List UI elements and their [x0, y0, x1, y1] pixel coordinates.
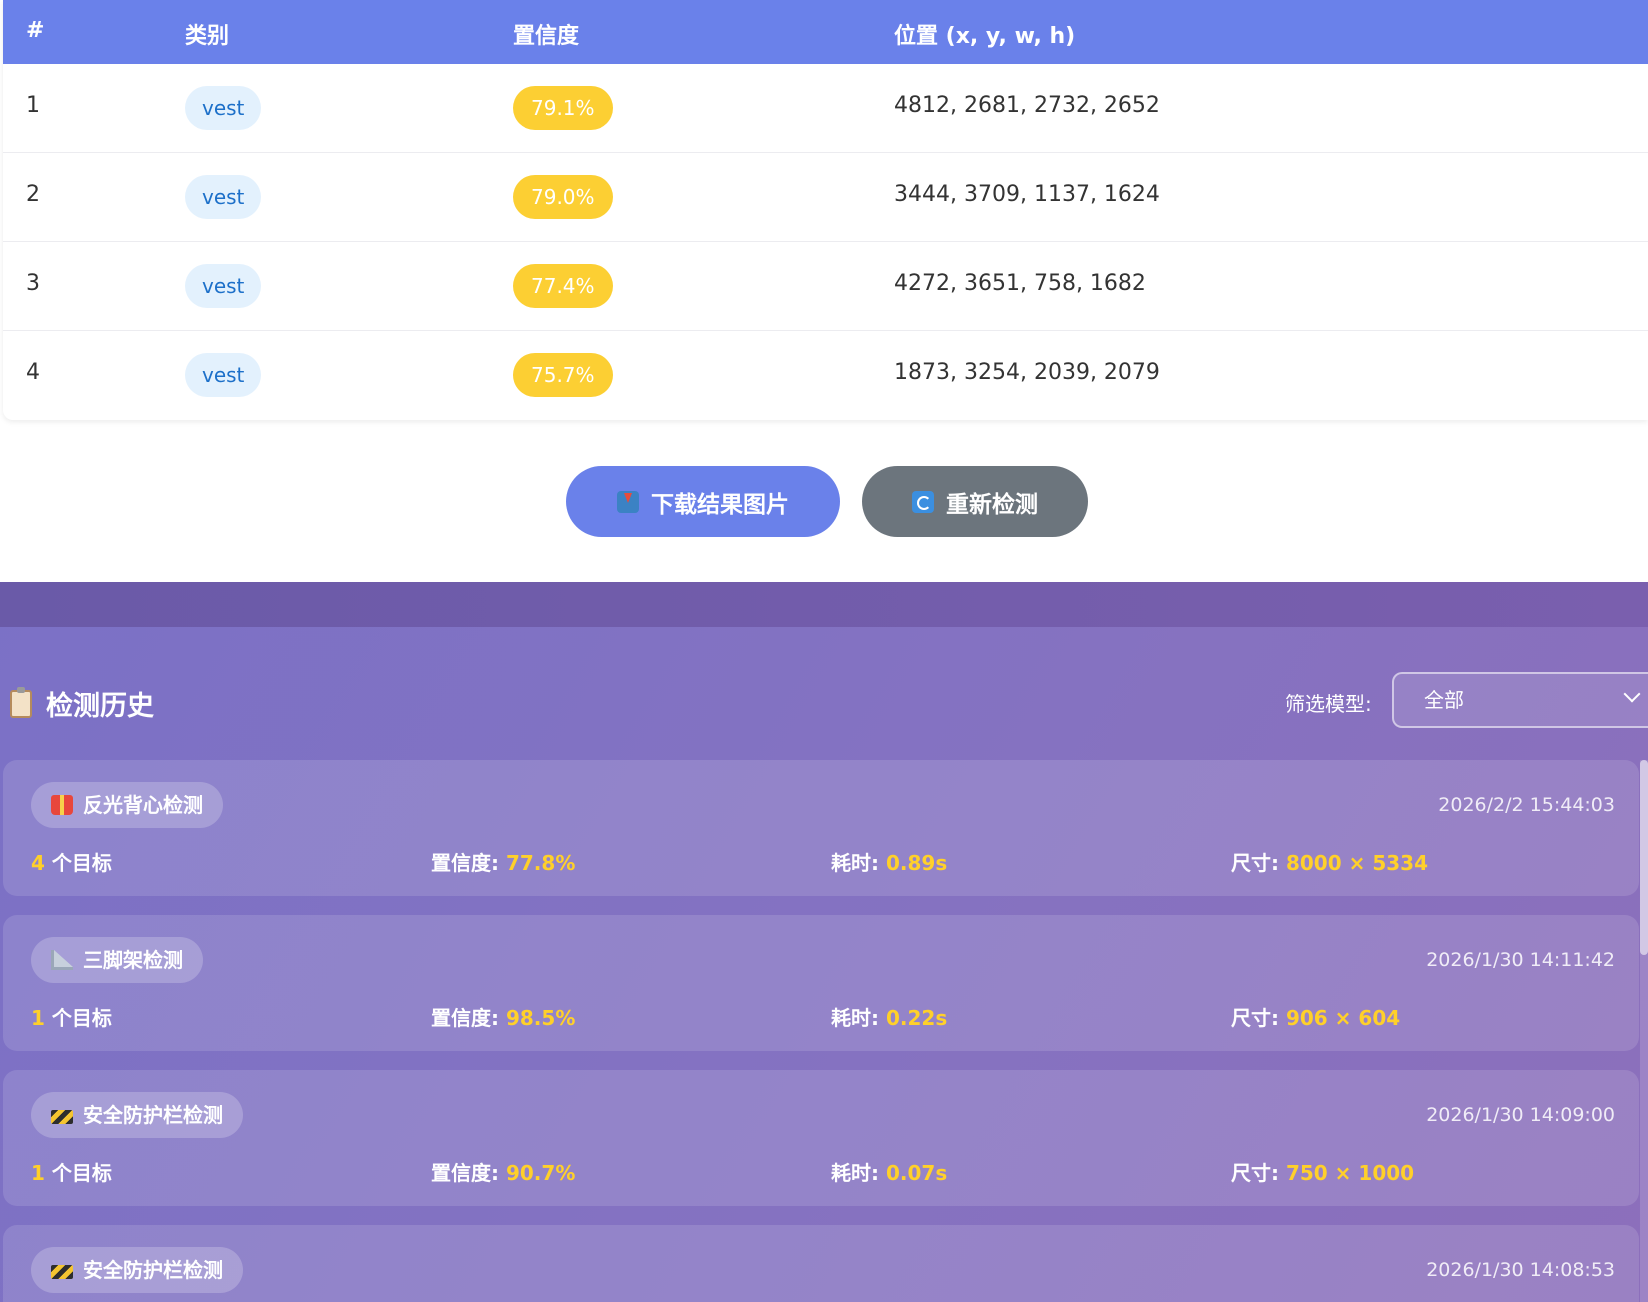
- refresh-icon: [912, 490, 934, 513]
- confidence-stat: 置信度: 90.7%: [431, 1161, 576, 1185]
- model-tag: 反光背心检测: [31, 782, 223, 828]
- class-badge: vest: [185, 353, 262, 397]
- size-stat: 尺寸: 8000 × 5334: [1231, 851, 1428, 875]
- download-icon: [617, 490, 639, 513]
- class-badge: vest: [185, 264, 262, 308]
- history-scrollbar[interactable]: [1640, 760, 1648, 1302]
- header-class: 类别: [185, 24, 230, 49]
- vest-icon: [51, 795, 73, 815]
- clipboard-icon: [10, 686, 32, 718]
- duration-stat: 耗时: 0.22s: [831, 1006, 948, 1030]
- model-name: 反光背心检测: [83, 793, 203, 817]
- row-index: 1: [26, 93, 40, 118]
- model-tag: 安全防护栏检测: [31, 1092, 243, 1138]
- table-row: 3 vest 77.4% 4272, 3651, 758, 1682: [3, 242, 1648, 331]
- timestamp: 2026/2/2 15:44:03: [1438, 794, 1615, 816]
- model-name: 安全防护栏检测: [83, 1258, 223, 1282]
- history-panel: 检测历史 筛选模型: 全部 反光背心检测 2026/2/2 15:44:03 4…: [0, 582, 1648, 1302]
- row-index: 2: [26, 182, 40, 207]
- filter-value: 全部: [1424, 688, 1464, 712]
- table-row: 4 vest 75.7% 1873, 3254, 2039, 2079: [3, 331, 1648, 420]
- redetect-label: 重新检测: [946, 491, 1038, 518]
- header-index: #: [26, 18, 45, 43]
- class-badge: vest: [185, 86, 262, 130]
- history-item[interactable]: 反光背心检测 2026/2/2 15:44:03 4 个目标 置信度: 77.8…: [3, 760, 1639, 896]
- target-count: 1 个目标: [31, 1006, 112, 1030]
- barrier-icon: [51, 1109, 73, 1124]
- duration-stat: 耗时: 0.89s: [831, 851, 948, 875]
- history-item[interactable]: 三脚架检测 2026/1/30 14:11:42 1 个目标 置信度: 98.5…: [3, 915, 1639, 1051]
- confidence-stat: 置信度: 98.5%: [431, 1006, 576, 1030]
- position-value: 3444, 3709, 1137, 1624: [894, 182, 1160, 207]
- barrier-icon: [51, 1264, 73, 1279]
- download-result-button[interactable]: 下载结果图片: [566, 466, 840, 537]
- row-index: 3: [26, 271, 40, 296]
- model-tag: 安全防护栏检测: [31, 1247, 243, 1293]
- target-count: 1 个目标: [31, 1161, 112, 1185]
- model-filter-select[interactable]: 全部: [1392, 672, 1648, 728]
- history-title-text: 检测历史: [46, 691, 154, 722]
- chevron-down-icon: [1623, 685, 1641, 703]
- target-count: 4 个目标: [31, 851, 112, 875]
- scrollbar-thumb[interactable]: [1640, 760, 1648, 955]
- confidence-badge: 77.4%: [513, 264, 613, 308]
- redetect-button[interactable]: 重新检测: [862, 466, 1088, 537]
- confidence-badge: 79.0%: [513, 175, 613, 219]
- history-item[interactable]: 安全防护栏检测 2026/1/30 14:08:53: [3, 1225, 1639, 1302]
- section-divider: [0, 582, 1648, 627]
- timestamp: 2026/1/30 14:09:00: [1426, 1104, 1615, 1126]
- table-row: 2 vest 79.0% 3444, 3709, 1137, 1624: [3, 153, 1648, 242]
- position-value: 4272, 3651, 758, 1682: [894, 271, 1146, 296]
- confidence-stat: 置信度: 77.8%: [431, 851, 576, 875]
- history-title: 检测历史: [10, 684, 154, 723]
- model-name: 安全防护栏检测: [83, 1103, 223, 1127]
- timestamp: 2026/1/30 14:08:53: [1426, 1259, 1615, 1281]
- detection-table: # 类别 置信度 位置 (x, y, w, h) 1 vest 79.1% 48…: [3, 0, 1648, 420]
- download-label: 下载结果图片: [651, 491, 789, 518]
- results-panel: # 类别 置信度 位置 (x, y, w, h) 1 vest 79.1% 48…: [0, 0, 1648, 582]
- duration-stat: 耗时: 0.07s: [831, 1161, 948, 1185]
- history-item[interactable]: 安全防护栏检测 2026/1/30 14:09:00 1 个目标 置信度: 90…: [3, 1070, 1639, 1206]
- confidence-badge: 79.1%: [513, 86, 613, 130]
- model-tag: 三脚架检测: [31, 937, 203, 983]
- timestamp: 2026/1/30 14:11:42: [1426, 949, 1615, 971]
- triangle-ruler-icon: [51, 950, 73, 970]
- table-row: 1 vest 79.1% 4812, 2681, 2732, 2652: [3, 64, 1648, 153]
- table-header: # 类别 置信度 位置 (x, y, w, h): [3, 0, 1648, 64]
- row-index: 4: [26, 360, 40, 385]
- size-stat: 尺寸: 750 × 1000: [1231, 1161, 1415, 1185]
- model-name: 三脚架检测: [83, 948, 183, 972]
- header-position: 位置 (x, y, w, h): [894, 24, 1076, 49]
- size-stat: 尺寸: 906 × 604: [1231, 1006, 1401, 1030]
- position-value: 1873, 3254, 2039, 2079: [894, 360, 1160, 385]
- confidence-badge: 75.7%: [513, 353, 613, 397]
- filter-label: 筛选模型:: [1285, 692, 1372, 716]
- header-confidence: 置信度: [513, 24, 580, 49]
- position-value: 4812, 2681, 2732, 2652: [894, 93, 1160, 118]
- class-badge: vest: [185, 175, 262, 219]
